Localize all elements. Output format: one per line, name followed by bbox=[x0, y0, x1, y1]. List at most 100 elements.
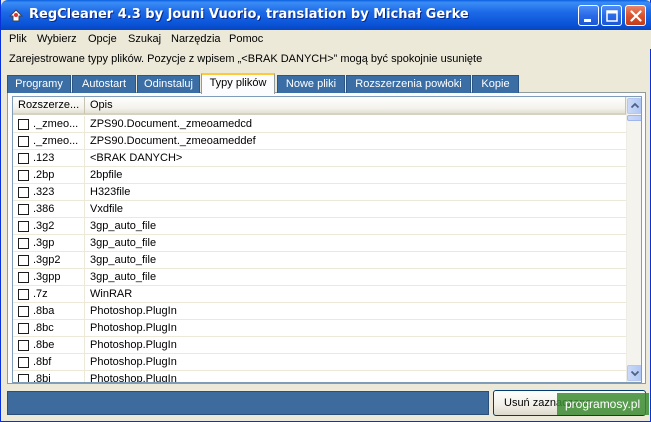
row-checkbox[interactable] bbox=[18, 153, 29, 164]
maximize-button[interactable] bbox=[601, 5, 622, 26]
table-row[interactable]: .8bc Photoshop.PlugIn bbox=[13, 320, 626, 337]
description-cell: WinRAR bbox=[90, 288, 133, 300]
vertical-scrollbar[interactable] bbox=[626, 97, 641, 382]
menu-narzedzia[interactable]: Narzędzia bbox=[171, 33, 221, 45]
table-row[interactable]: .8ba Photoshop.PlugIn bbox=[13, 303, 626, 320]
chevron-up-icon bbox=[630, 102, 640, 109]
row-checkbox[interactable] bbox=[18, 357, 29, 368]
column-separator bbox=[84, 218, 85, 235]
column-separator bbox=[84, 252, 85, 269]
extension-cell: .3gp2 bbox=[33, 254, 61, 266]
row-checkbox[interactable] bbox=[18, 136, 29, 147]
scroll-up-button[interactable] bbox=[627, 98, 641, 114]
row-checkbox[interactable] bbox=[18, 323, 29, 334]
menu-opcje[interactable]: Opcje bbox=[88, 33, 117, 45]
table-row[interactable]: .123 <BRAK DANYCH> bbox=[13, 150, 626, 167]
extension-cell: ._zmeo... bbox=[33, 118, 79, 130]
menu-wybierz[interactable]: Wybierz bbox=[37, 33, 77, 45]
table-row[interactable]: .8bi Photoshop.PlugIn bbox=[13, 371, 626, 383]
table-row[interactable]: .3gp 3gp_auto_file bbox=[13, 235, 626, 252]
row-checkbox[interactable] bbox=[18, 289, 29, 300]
window-title: RegCleaner 4.3 by Jouni Vuorio, translat… bbox=[29, 7, 469, 22]
description-cell: Photoshop.PlugIn bbox=[90, 339, 177, 351]
tab-programy[interactable]: Programy bbox=[7, 75, 71, 93]
row-checkbox[interactable] bbox=[18, 221, 29, 232]
column-separator bbox=[84, 235, 85, 252]
description-cell: Photoshop.PlugIn bbox=[90, 305, 177, 317]
column-separator bbox=[84, 371, 85, 382]
scroll-thumb[interactable] bbox=[627, 115, 641, 121]
tab-kopie[interactable]: Kopie bbox=[472, 75, 519, 93]
table-row[interactable]: .2bp 2bpfile bbox=[13, 167, 626, 184]
table-row[interactable]: .386 Vxdfile bbox=[13, 201, 626, 218]
extension-cell: .8bi bbox=[33, 373, 51, 383]
row-checkbox[interactable] bbox=[18, 238, 29, 249]
description-cell: 3gp_auto_file bbox=[90, 254, 157, 266]
extension-cell: .8ba bbox=[33, 305, 55, 317]
table-row[interactable]: .3g2 3gp_auto_file bbox=[13, 218, 626, 235]
row-checkbox[interactable] bbox=[18, 170, 29, 181]
row-checkbox[interactable] bbox=[18, 204, 29, 215]
close-button[interactable] bbox=[625, 5, 646, 26]
tab-rozszerzenia-powloki[interactable]: Rozszerzenia powłoki bbox=[346, 75, 471, 93]
extension-cell: .8be bbox=[33, 339, 55, 351]
column-header-description[interactable]: Opis bbox=[85, 97, 626, 114]
tab-typy-plikow[interactable]: Typy plików bbox=[201, 73, 275, 94]
table-row[interactable]: .8be Photoshop.PlugIn bbox=[13, 337, 626, 354]
table-row[interactable]: ._zmeo... ZPS90.Document._zmeoamedcd bbox=[13, 116, 626, 133]
watermark-text: programosy.pl bbox=[557, 393, 649, 415]
extension-cell: .8bc bbox=[33, 322, 54, 334]
extension-cell: .2bp bbox=[33, 169, 55, 181]
table-row[interactable]: .7z WinRAR bbox=[13, 286, 626, 303]
row-checkbox[interactable] bbox=[18, 340, 29, 351]
chevron-down-icon bbox=[630, 370, 640, 377]
description-cell: 3gp_auto_file bbox=[90, 220, 157, 232]
status-bar bbox=[7, 391, 489, 415]
row-checkbox[interactable] bbox=[18, 119, 29, 130]
menu-pomoc[interactable]: Pomoc bbox=[229, 33, 263, 45]
row-checkbox[interactable] bbox=[18, 187, 29, 198]
close-icon bbox=[630, 10, 642, 22]
table-row[interactable]: .8bf Photoshop.PlugIn bbox=[13, 354, 626, 371]
column-separator bbox=[84, 320, 85, 337]
description-cell: <BRAK DANYCH> bbox=[90, 152, 183, 164]
tab-nowe-pliki[interactable]: Nowe pliki bbox=[277, 75, 345, 93]
scroll-down-button[interactable] bbox=[627, 365, 641, 381]
extension-cell: .323 bbox=[33, 186, 55, 198]
main-window: RegCleaner 4.3 by Jouni Vuorio, translat… bbox=[0, 0, 651, 422]
menu-bar: Plik Wybierz Opcje Szukaj Narzędzia Pomo… bbox=[2, 30, 651, 49]
column-header-extension[interactable]: Rozszerze... bbox=[13, 97, 85, 114]
extension-cell: .386 bbox=[33, 203, 55, 215]
description-cell: Photoshop.PlugIn bbox=[90, 356, 177, 368]
extension-cell: ._zmeo... bbox=[33, 135, 79, 147]
row-checkbox[interactable] bbox=[18, 306, 29, 317]
column-separator bbox=[84, 269, 85, 286]
table-row[interactable]: ._zmeo... ZPS90.Document._zmeoameddef bbox=[13, 133, 626, 150]
file-types-list[interactable]: Rozszerze... Opis ._zmeo... ZPS90.Documen… bbox=[12, 96, 642, 383]
extension-cell: .7z bbox=[33, 288, 48, 300]
row-checkbox[interactable] bbox=[18, 255, 29, 266]
table-row[interactable]: .3gp2 3gp_auto_file bbox=[13, 252, 626, 269]
description-cell: 3gp_auto_file bbox=[90, 237, 157, 249]
column-separator bbox=[84, 116, 85, 133]
maximize-icon bbox=[606, 10, 618, 22]
table-row[interactable]: .3gpp 3gp_auto_file bbox=[13, 269, 626, 286]
description-cell: 3gp_auto_file bbox=[90, 271, 157, 283]
table-row[interactable]: .323 H323file bbox=[13, 184, 626, 201]
tab-autostart[interactable]: Autostart bbox=[72, 75, 136, 93]
description-cell: ZPS90.Document._zmeoamedcd bbox=[90, 118, 253, 130]
menu-plik[interactable]: Plik bbox=[9, 33, 27, 45]
minimize-icon bbox=[584, 19, 591, 22]
tab-odinstaluj[interactable]: Odinstaluj bbox=[137, 75, 200, 93]
menu-szukaj[interactable]: Szukaj bbox=[128, 33, 161, 45]
info-text: Zarejestrowane typy plików. Pozycje z wp… bbox=[9, 53, 483, 65]
description-cell: Photoshop.PlugIn bbox=[90, 322, 177, 334]
regcleaner-app-icon[interactable] bbox=[7, 6, 25, 24]
column-separator bbox=[84, 150, 85, 167]
column-separator bbox=[84, 354, 85, 371]
extension-cell: .3gp bbox=[33, 237, 55, 249]
row-checkbox[interactable] bbox=[18, 374, 29, 382]
row-checkbox[interactable] bbox=[18, 272, 29, 283]
title-bar[interactable]: RegCleaner 4.3 by Jouni Vuorio, translat… bbox=[1, 0, 651, 30]
minimize-button[interactable] bbox=[578, 5, 599, 26]
